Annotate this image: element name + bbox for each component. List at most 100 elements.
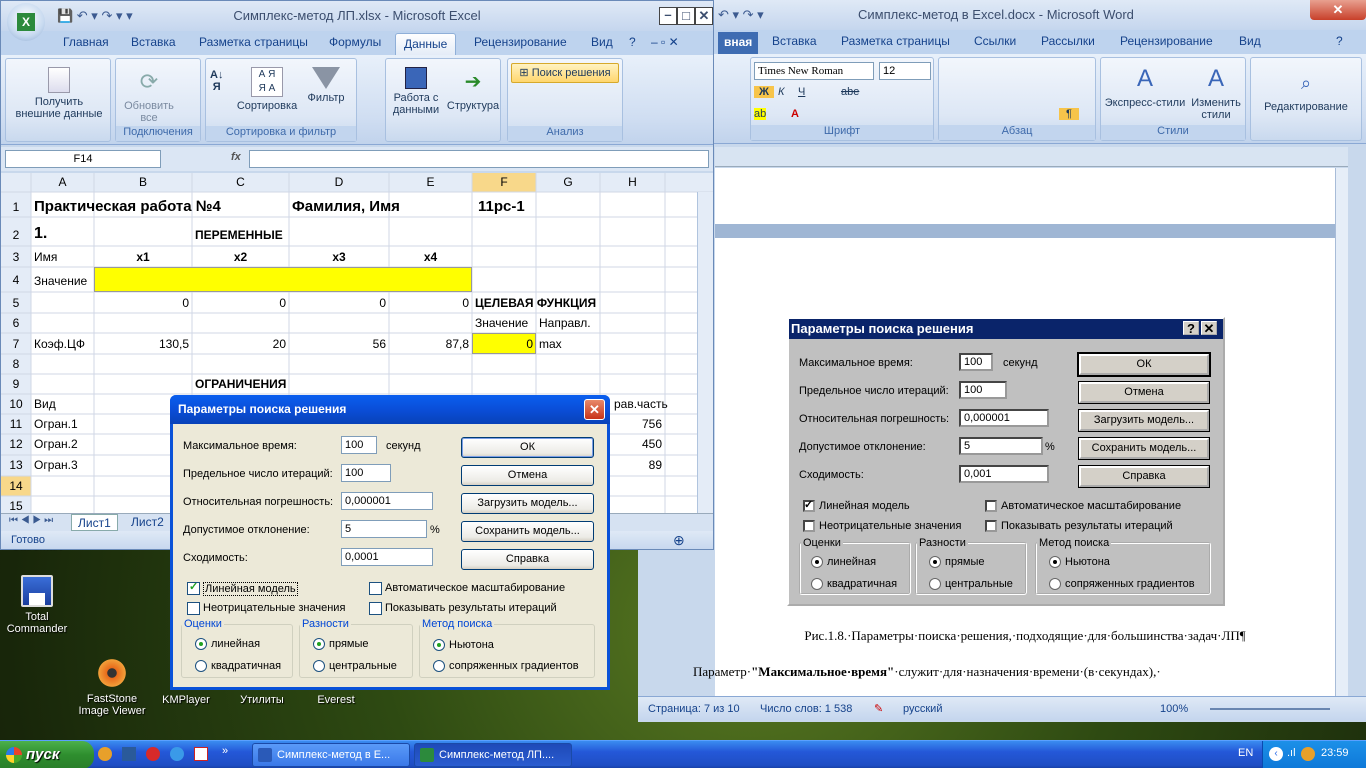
- cell[interactable]: 87,8: [389, 334, 472, 354]
- cancel-button[interactable]: Отмена: [1078, 381, 1210, 404]
- sort-button[interactable]: А ЯЯ А Сортировка: [234, 67, 300, 112]
- estimates-linear-radio[interactable]: [811, 556, 823, 568]
- search-newton-radio[interactable]: [1049, 556, 1061, 568]
- cell[interactable]: рав.часть: [611, 394, 671, 414]
- cell[interactable]: Значение: [31, 271, 90, 291]
- underline-button[interactable]: Ч: [798, 86, 805, 98]
- max-time-input[interactable]: 100: [341, 436, 377, 454]
- max-time-input[interactable]: 100: [959, 353, 993, 371]
- cell[interactable]: Огран.2: [31, 434, 81, 454]
- formula-input[interactable]: [249, 150, 709, 168]
- tab-view[interactable]: Вид: [1239, 34, 1261, 48]
- tab-data[interactable]: Данные: [395, 33, 457, 55]
- tab-home[interactable]: вная: [718, 32, 759, 54]
- tab-insert[interactable]: Вставка: [772, 34, 817, 48]
- signal-icon[interactable]: .ıl: [1287, 747, 1296, 759]
- cell[interactable]: 0: [389, 293, 472, 313]
- cell[interactable]: 0: [94, 293, 192, 313]
- start-button[interactable]: пуск: [0, 741, 94, 768]
- cell[interactable]: 56: [289, 334, 389, 354]
- desktop-icon-faststone[interactable]: FastStone Image Viewer: [76, 657, 148, 717]
- cell[interactable]: max: [536, 334, 565, 354]
- cell[interactable]: Коэф.ЦФ: [31, 334, 88, 354]
- structure-button[interactable]: ➔ Структура: [446, 67, 500, 112]
- cell[interactable]: Направл.: [536, 313, 594, 333]
- help-icon[interactable]: ?: [629, 35, 636, 49]
- variables-input-range[interactable]: [94, 267, 472, 292]
- save-model-button[interactable]: Сохранить модель...: [1078, 437, 1210, 460]
- row-header[interactable]: 5: [1, 293, 31, 313]
- estimates-linear-radio[interactable]: [195, 638, 207, 650]
- cell[interactable]: 0: [289, 293, 389, 313]
- load-model-button[interactable]: Загрузить модель...: [1078, 409, 1210, 432]
- convergence-input[interactable]: 0,001: [959, 465, 1049, 483]
- row-header[interactable]: 1: [1, 197, 31, 217]
- column-header[interactable]: D: [289, 173, 389, 192]
- sheet-tab-2[interactable]: Лист2: [125, 514, 170, 531]
- cell[interactable]: x1: [94, 247, 192, 267]
- ok-button[interactable]: ОК: [1077, 352, 1211, 377]
- cell[interactable]: x3: [289, 247, 389, 267]
- close-button[interactable]: ✕: [695, 7, 713, 25]
- ribbon-window-controls[interactable]: – ▫ ✕: [651, 35, 679, 49]
- search-newton-radio[interactable]: [433, 639, 445, 651]
- tolerance-input[interactable]: 5: [959, 437, 1043, 455]
- cell-constraints-header[interactable]: ОГРАНИЧЕНИЯ: [192, 374, 289, 394]
- pilcrow-icon[interactable]: ¶: [1059, 108, 1079, 120]
- clock[interactable]: 23:59: [1321, 747, 1349, 759]
- opera-icon[interactable]: [146, 747, 160, 761]
- cancel-button[interactable]: Отмена: [461, 465, 594, 486]
- cell-objective-header[interactable]: ЦЕЛЕВАЯ ФУНКЦИЯ: [472, 293, 599, 313]
- insert-function-icon[interactable]: fx: [231, 151, 241, 163]
- express-styles-button[interactable]: A Экспресс-стили: [1103, 64, 1187, 109]
- row-header[interactable]: 11: [1, 414, 31, 434]
- row-header[interactable]: 7: [1, 334, 31, 354]
- chevron-icon[interactable]: »: [222, 745, 228, 757]
- ie-icon[interactable]: [170, 747, 184, 761]
- tolerance-input[interactable]: 5: [341, 520, 427, 538]
- font-name-select[interactable]: Times New Roman: [754, 62, 874, 80]
- strikethrough-button[interactable]: abe: [841, 86, 859, 98]
- show-iterations-checkbox[interactable]: [369, 602, 382, 615]
- cell[interactable]: Имя: [31, 247, 60, 267]
- row-header[interactable]: 3: [1, 247, 31, 267]
- solver-button[interactable]: ⊞ Поиск решения: [511, 63, 619, 83]
- name-box[interactable]: F14: [5, 150, 161, 168]
- show-iterations-checkbox[interactable]: [985, 520, 997, 532]
- close-button[interactable]: ✕: [1310, 0, 1366, 20]
- row-header[interactable]: 14: [1, 476, 31, 496]
- tab-formulas[interactable]: Формулы: [329, 35, 381, 49]
- cell[interactable]: 0: [472, 334, 536, 354]
- derivatives-forward-radio[interactable]: [313, 638, 325, 650]
- row-header[interactable]: 13: [1, 455, 31, 475]
- help-icon[interactable]: ?: [1183, 321, 1199, 336]
- italic-button[interactable]: К: [778, 86, 784, 98]
- load-model-button[interactable]: Загрузить модель...: [461, 493, 594, 514]
- row-header[interactable]: 6: [1, 313, 31, 333]
- desktop-icon-everest[interactable]: Everest: [300, 694, 372, 706]
- cell[interactable]: Вид: [31, 394, 59, 414]
- cell[interactable]: x2: [192, 247, 289, 267]
- vertical-scrollbar[interactable]: [697, 192, 713, 513]
- quicklaunch-icon[interactable]: [98, 747, 112, 761]
- cell-group[interactable]: 11рс-1: [475, 197, 528, 217]
- row-header[interactable]: 2: [1, 225, 31, 245]
- linear-model-checkbox[interactable]: ✓: [803, 499, 815, 512]
- change-styles-button[interactable]: A Изменить стили: [1187, 64, 1245, 121]
- tray-expand-icon[interactable]: ‹: [1269, 747, 1283, 761]
- row-header[interactable]: 4: [1, 270, 31, 290]
- zoom-in-icon[interactable]: ⊕: [673, 531, 685, 549]
- language-indicator[interactable]: EN: [1238, 747, 1253, 759]
- refresh-all-button[interactable]: ⟳ Обновить все: [118, 67, 180, 124]
- tab-view[interactable]: Вид: [591, 35, 613, 49]
- close-icon[interactable]: ✕: [1201, 321, 1217, 336]
- autoscale-checkbox[interactable]: [369, 582, 382, 595]
- data-tools-button[interactable]: Работа с данными: [388, 67, 444, 116]
- tab-page-layout[interactable]: Разметка страницы: [199, 35, 308, 49]
- row-header[interactable]: 9: [1, 374, 31, 394]
- cell[interactable]: x4: [389, 247, 472, 267]
- font-color-icon[interactable]: A: [791, 108, 799, 120]
- search-conjugate-radio[interactable]: [1049, 578, 1061, 590]
- tab-review[interactable]: Рецензирование: [474, 35, 567, 49]
- row-header[interactable]: 10: [1, 394, 31, 414]
